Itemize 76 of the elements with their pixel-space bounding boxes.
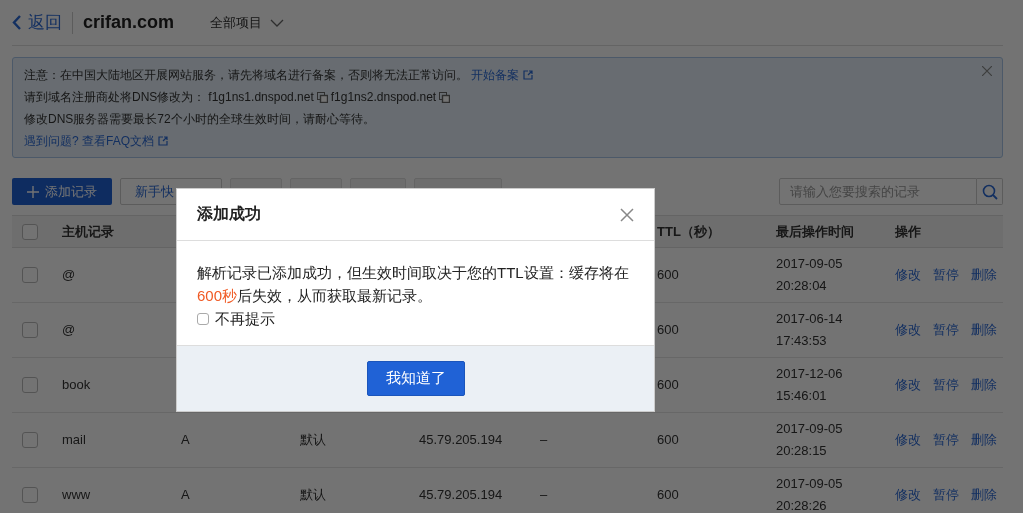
action-link[interactable]: 修改: [895, 431, 921, 449]
column-header: 操作: [895, 222, 922, 241]
host-cell-text: @: [62, 266, 77, 284]
close-button[interactable]: [982, 66, 992, 76]
notice-text: 修改DNS服务器需要最长72个小时的全球生效时间，请耐心等待。: [24, 111, 375, 128]
close-icon: [620, 207, 634, 222]
status-cell-text: –: [540, 486, 549, 504]
checkbox[interactable]: [22, 487, 38, 503]
host-cell-text: www: [62, 486, 92, 504]
time-cell-text: 2017-09-05 20:28:26: [776, 475, 844, 513]
action-link[interactable]: 修改: [895, 266, 921, 284]
action-link[interactable]: 修改: [895, 321, 921, 339]
action-link[interactable]: 删除: [971, 266, 997, 284]
nameserver-text: f1g1ns1.dnspod.net: [208, 89, 314, 106]
action-link[interactable]: 修改: [895, 486, 921, 504]
search-button[interactable]: [977, 178, 1003, 205]
select-all-checkbox[interactable]: [22, 223, 38, 240]
type-cell-text: A: [181, 431, 191, 449]
status-cell-text: –: [540, 431, 549, 449]
notice-text: 注意：在中国大陆地区开展网站服务，请先将域名进行备案，否则将无法正常访问。: [24, 67, 468, 84]
notice-link[interactable]: 开始备案: [471, 64, 533, 86]
action-link[interactable]: 删除: [971, 376, 997, 394]
column-header: 最后操作时间: [776, 222, 855, 241]
time-cell-text: 2017-12-06 15:46:01: [776, 365, 844, 405]
domain-title: crifan.com: [83, 12, 175, 33]
add-record-button[interactable]: 添加记录: [12, 178, 112, 205]
type-cell-text: A: [181, 486, 191, 504]
action-link[interactable]: 删除: [971, 486, 997, 504]
search-icon: [981, 183, 998, 200]
value-cell-text: 45.79.205.194: [419, 431, 504, 449]
dialog-title: 添加成功: [197, 204, 261, 224]
line-cell-text: 默认: [300, 486, 327, 504]
value-cell-text: 45.79.205.194: [419, 486, 504, 504]
host-cell-text: book: [62, 376, 92, 394]
external-link-icon: [523, 70, 533, 80]
time-cell-text: 2017-09-05 20:28:04: [776, 255, 844, 295]
ttl-cell-text: 600: [657, 486, 680, 504]
close-icon: [982, 66, 992, 76]
column-header: 主机记录: [62, 222, 115, 241]
project-dropdown[interactable]: 全部项目: [210, 13, 285, 32]
confirm-button[interactable]: 我知道了: [366, 361, 465, 396]
ttl-cell-text: 600: [657, 266, 680, 284]
chevron-left-icon: [12, 15, 22, 30]
action-link[interactable]: 暂停: [933, 431, 959, 449]
action-link[interactable]: 修改: [895, 376, 921, 394]
line-cell-text: 默认: [300, 431, 327, 449]
time-cell-text: 2017-06-14 17:43:53: [776, 310, 844, 350]
action-link[interactable]: 暂停: [933, 266, 959, 284]
notice-text: 请到域名注册商处将DNS修改为：: [24, 89, 206, 106]
copy-icon: [439, 91, 451, 103]
time-cell-text: 2017-09-05 20:28:15: [776, 420, 844, 460]
action-link[interactable]: 删除: [971, 321, 997, 339]
copy-icon: [316, 91, 328, 103]
action-link[interactable]: 删除: [971, 431, 997, 449]
plus-icon: [27, 185, 39, 198]
dialog-message: 解析记录已添加成功，但生效时间取决于您的TTL设置：缓存将在 600秒后失效，从而获取最新记录。: [197, 263, 630, 306]
checkbox[interactable]: [22, 267, 38, 283]
action-link[interactable]: 暂停: [933, 486, 959, 504]
chevron-down-icon: [270, 18, 285, 27]
host-cell-text: @: [62, 321, 77, 339]
back-link[interactable]: 返回: [12, 11, 72, 34]
checkbox[interactable]: [22, 432, 38, 448]
ttl-cell-text: 600: [657, 321, 680, 339]
ttl-cell-text: 600: [657, 376, 680, 394]
external-link-icon: [158, 136, 168, 146]
close-button[interactable]: [620, 207, 634, 222]
column-header: TTL（秒）: [657, 222, 721, 241]
checkbox[interactable]: [22, 322, 38, 338]
help-link[interactable]: 遇到问题? 查看FAQ文档: [24, 130, 168, 152]
checkbox[interactable]: [22, 377, 38, 393]
ttl-cell-text: 600: [657, 431, 680, 449]
action-link[interactable]: 暂停: [933, 376, 959, 394]
dont-show-again-checkbox[interactable]: 不再提示: [197, 307, 275, 330]
host-cell-text: mail: [62, 431, 87, 449]
nameserver-text: f1g1ns2.dnspod.net: [330, 89, 437, 106]
action-link[interactable]: 暂停: [933, 321, 959, 339]
